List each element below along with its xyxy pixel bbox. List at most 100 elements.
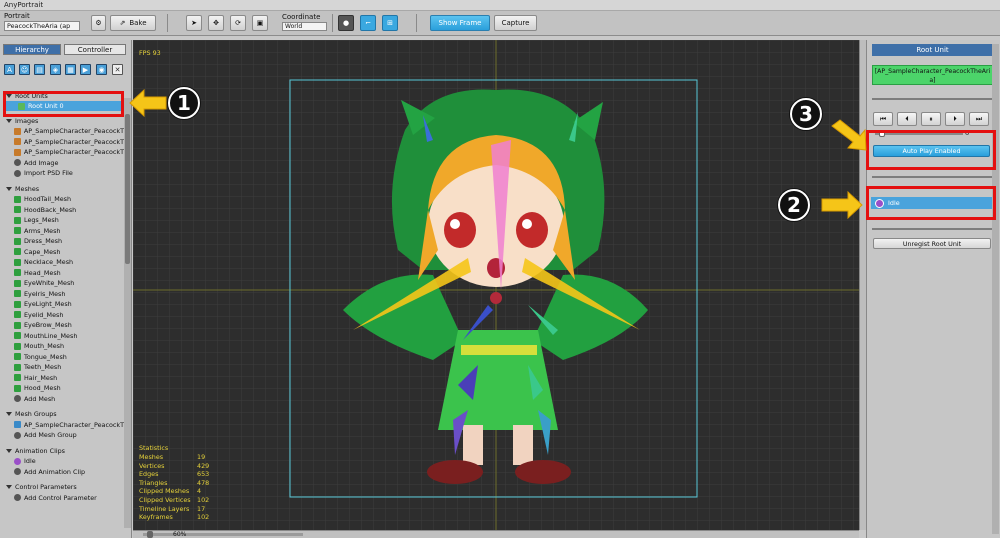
statistic-label: Clipped Meshes [139,487,190,496]
add-mesh-group-icon [14,431,21,439]
prev-frame-icon: ⏴ [905,114,909,123]
mesh-group-item[interactable]: AP_SampleCharacter_PeacockT [14,420,124,430]
zoom-value: 60% [173,531,187,538]
mesh-icon [14,300,21,308]
mesh-item[interactable]: EyeBrow_Mesh [14,320,124,330]
arrow-3-icon [831,119,867,151]
mesh-item[interactable]: HoodBack_Mesh [14,205,124,215]
statistic-label: Vertices [139,461,165,470]
mesh-item[interactable]: Mouth_Mesh [14,341,124,351]
add-mesh-group-item[interactable]: Add Mesh Group [14,430,124,440]
import-psd-item[interactable]: Import PSD File [14,168,124,178]
mesh-item[interactable]: Cape_Mesh [14,247,124,257]
mesh-item[interactable]: Legs_Mesh [14,215,124,225]
last-frame-icon: ⏭ [975,114,983,123]
mesh-item-label: EyeBrow_Mesh [24,321,72,329]
scrollbar-thumb[interactable] [125,114,130,264]
mesh-icon [14,258,21,266]
statistic-label: Timeline Layers [139,504,190,513]
mesh-icon [14,384,21,392]
mesh-icon [14,374,21,381]
mesh-item[interactable]: Eyelid_Mesh [14,310,124,320]
mesh-item[interactable]: Arms_Mesh [14,226,124,236]
toolbar-divider [416,14,417,32]
add-mesh-item[interactable]: Add Mesh [14,394,124,404]
mesh-item[interactable]: Dress_Mesh [14,236,124,246]
add-mesh-item-label: Add Mesh [24,394,56,403]
mesh-item-label: Cape_Mesh [24,247,61,256]
images-header[interactable]: Images [6,116,38,126]
image-item-label: AP_SampleCharacter_PeacockT [23,148,124,156]
mesh-groups-header[interactable]: Mesh Groups [6,409,124,419]
mesh-item[interactable]: EyeWhite_Mesh [14,278,124,288]
callout-badge-3: 3 [790,98,822,130]
pause-button[interactable]: ⏸ [921,112,941,126]
meshes-header[interactable]: Meshes [6,184,124,194]
mesh-icon: ⊞ [387,19,393,27]
first-frame-button[interactable]: ⏮ [873,112,893,126]
unregist-root-unit-button[interactable]: Unregist Root Unit [873,238,991,249]
mesh-item-label: Arms_Mesh [24,226,61,235]
statistic-value: 429 [197,461,210,470]
show-frame-button[interactable]: Show Frame [430,15,490,31]
mesh-item[interactable]: Head_Mesh [14,268,124,278]
bake-button[interactable]: ⇗ Bake [110,15,156,31]
mesh-icon [14,279,21,287]
mesh-item[interactable]: Hair_Mesh [14,373,124,383]
hierarchy-scrollbar[interactable] [124,98,131,528]
pause-icon: ⏸ [929,114,933,123]
mesh-item[interactable]: Teeth_Mesh [14,362,124,372]
settings-button[interactable]: ⚙ [91,15,106,31]
statistic-value: 102 [197,513,210,522]
mesh-item[interactable]: Necklace_Mesh [14,257,124,267]
select-tool-button[interactable]: ➤ [186,15,202,31]
mesh-icon [14,332,21,339]
viewport-canvas [133,40,859,530]
mesh-icon [14,363,21,371]
coordinate-select[interactable]: World [282,22,327,31]
mesh-icon [14,237,21,245]
mesh-item[interactable]: Hood_Mesh [14,383,124,393]
mesh-item-label: EyeIris_Mesh [24,289,66,298]
statistic-value: 4 [197,487,202,496]
add-control-parameter-item[interactable]: Add Control Parameter [14,493,124,503]
scale-tool-button[interactable]: ▣ [252,15,268,31]
mesh-item-label: Hood_Mesh [24,384,61,392]
image-item[interactable]: AP_SampleCharacter_PeacockT [14,137,124,147]
move-tool-button[interactable]: ✥ [208,15,224,31]
scale-icon: ▣ [256,19,264,27]
mesh-view-button[interactable]: ⊞ [382,15,398,31]
divider [872,228,993,230]
onion-skin-button[interactable]: ● [338,15,354,31]
rotate-tool-button[interactable]: ⟳ [230,15,246,31]
mesh-item[interactable]: MouthLine_Mesh [14,331,124,341]
canvas-viewport[interactable]: FPS 93 Statistics Meshes 19 Vertices 429 Edg… [133,40,859,530]
image-item[interactable]: AP_SampleCharacter_PeacockT [14,147,124,157]
prev-frame-button[interactable]: ⏴ [897,112,917,126]
bone-view-button[interactable]: ⌐ [360,15,376,31]
mesh-item-label: Head_Mesh [24,268,61,277]
statistic-value: 17 [197,504,206,513]
image-item-label: AP_SampleCharacter_PeacockT [23,137,124,146]
mesh-item[interactable]: EyeLight_Mesh [14,299,124,309]
portrait-select[interactable]: PeacockTheAria (ap [4,21,80,31]
mesh-item[interactable]: Tongue_Mesh [14,352,124,362]
last-frame-button[interactable]: ⏭ [969,112,989,126]
mesh-item-label: Legs_Mesh [24,216,59,224]
mesh-item[interactable]: HoodTail_Mesh [14,194,124,204]
capture-button[interactable]: Capture [494,15,537,31]
divider [872,176,993,178]
add-mesh-group-item-label: Add Mesh Group [24,431,77,439]
inspector-scrollbar[interactable] [992,44,999,534]
zoom-slider-handle[interactable] [147,531,153,538]
add-control-parameter-icon [14,494,21,501]
import-psd-item-label: Import PSD File [24,169,73,177]
next-frame-button[interactable]: ⏵ [945,112,965,126]
image-item[interactable]: AP_SampleCharacter_PeacockT [14,126,124,136]
first-frame-icon: ⏮ [879,114,887,123]
zoom-slider[interactable] [143,533,303,536]
mesh-item[interactable]: EyeIris_Mesh [14,289,124,299]
statistic-label: Edges [139,470,159,479]
viewport-right-scrollbar[interactable] [859,40,866,530]
add-image-item[interactable]: Add Image [14,158,124,168]
